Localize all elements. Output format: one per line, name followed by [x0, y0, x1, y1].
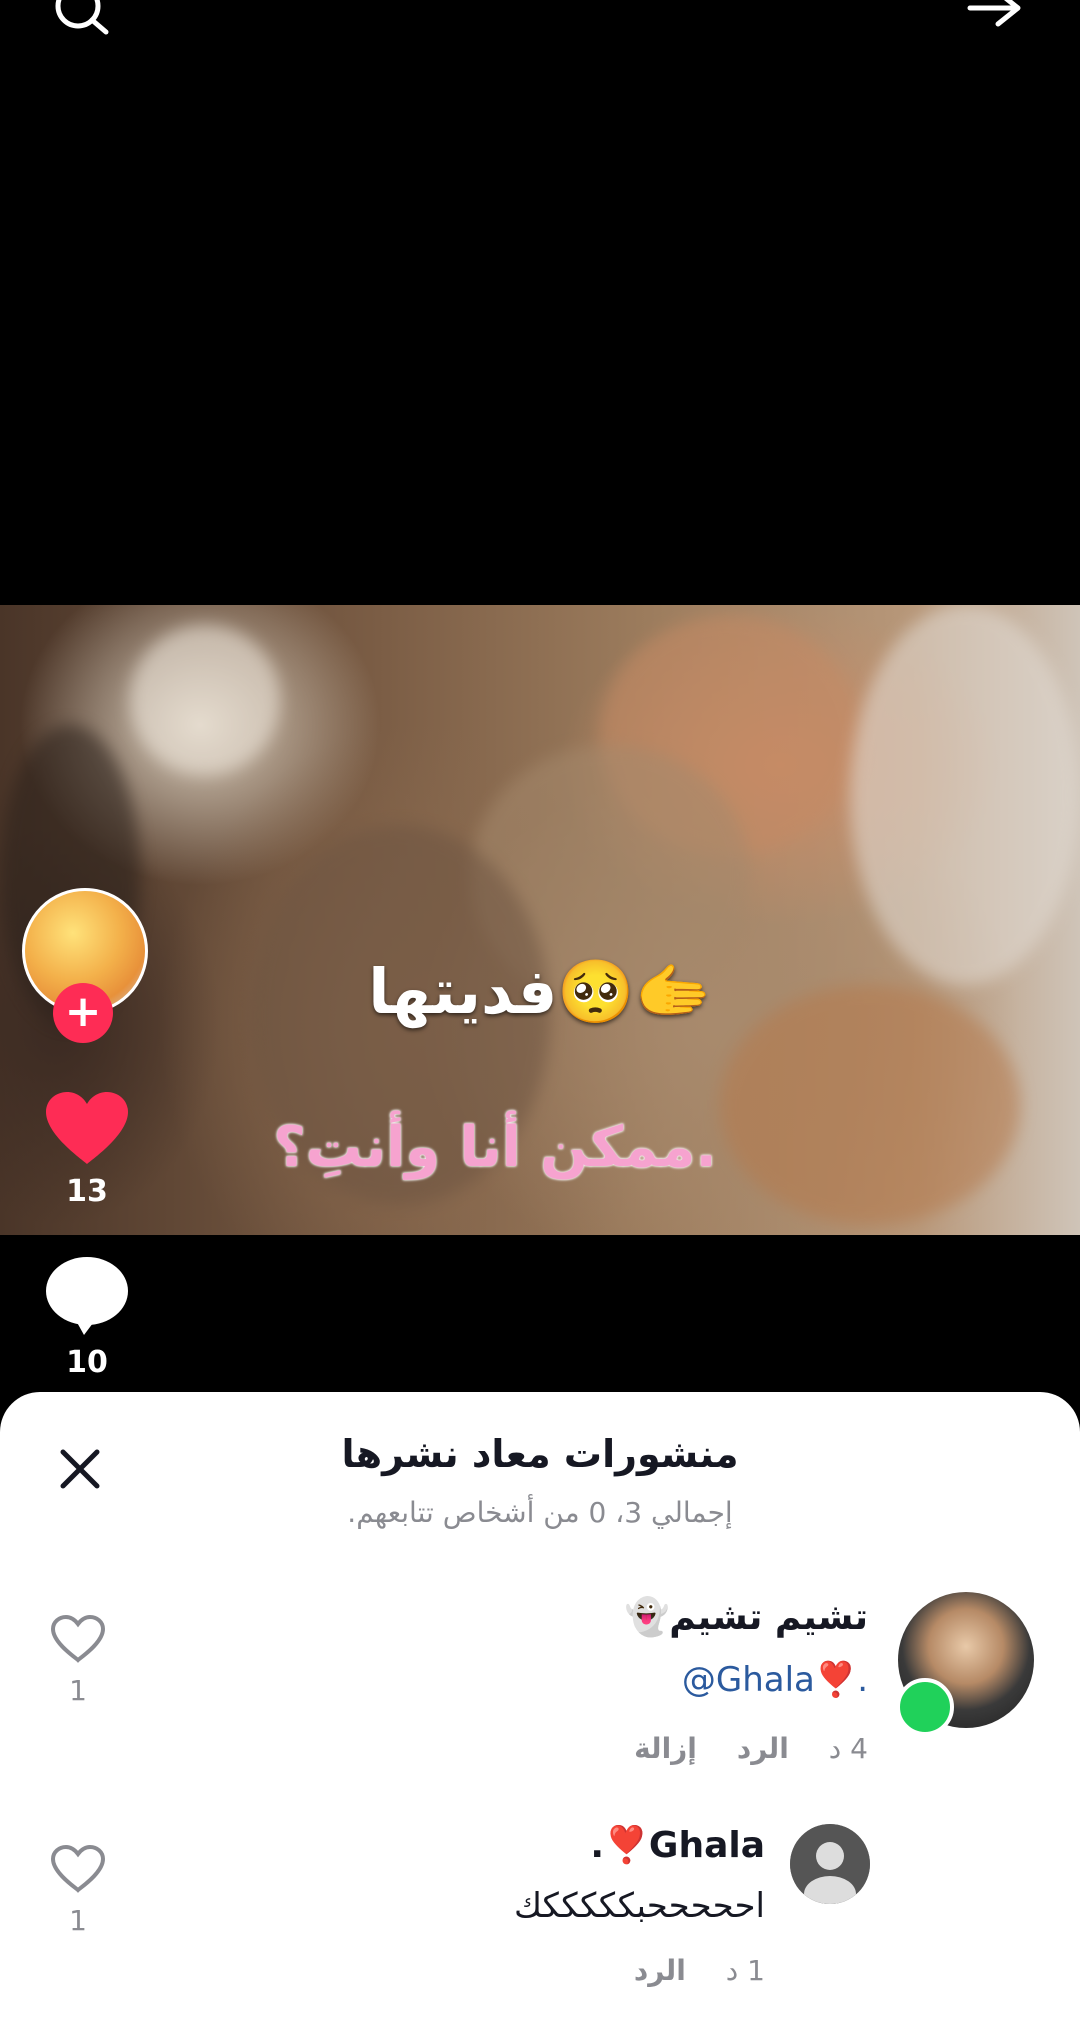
- share-arrow-icon[interactable]: [962, 0, 1032, 40]
- sheet-title: منشورات معاد نشرها: [341, 1432, 739, 1476]
- list-item: Ghala❣️. احححححبكككككك 1 د الرد 1: [0, 1824, 1080, 2024]
- comment-count: 10: [66, 1345, 108, 1380]
- top-bar: [0, 0, 1080, 60]
- remove-button[interactable]: إزالة: [634, 1732, 697, 1765]
- video-caption-line2: ممكن أنا وأنتِ؟.: [273, 1115, 717, 1180]
- default-avatar-icon: [790, 1824, 870, 1904]
- comment-time: 4 د: [828, 1732, 868, 1765]
- heart-outline-icon: [50, 1844, 106, 1893]
- search-icon[interactable]: [48, 0, 118, 40]
- heart-outline-icon: [50, 1614, 106, 1663]
- avatar[interactable]: [790, 1824, 870, 1904]
- reply-button[interactable]: الرد: [737, 1732, 789, 1765]
- comment-text-mention[interactable]: @Ghala❣️.: [682, 1660, 868, 1700]
- like-count: 13: [66, 1174, 108, 1209]
- follow-plus-button[interactable]: +: [53, 983, 113, 1043]
- comment-author[interactable]: Ghala❣️.: [590, 1824, 765, 1866]
- comment-button[interactable]: 10: [42, 1255, 132, 1380]
- sheet-subtitle: إجمالي 3، 0 من أشخاص تتابعهم.: [347, 1496, 733, 1529]
- list-item: تشيم تشيم👻 @Ghala❣️. 4 د الرد إزالة 1: [0, 1592, 1080, 1792]
- comment-text: احححححبكككككك: [513, 1886, 765, 1926]
- heart-icon: [46, 1092, 128, 1164]
- like-button[interactable]: 13: [42, 1090, 132, 1209]
- comment-like-count: 1: [69, 1674, 87, 1707]
- reposts-sheet: منشورات معاد نشرها إجمالي 3، 0 من أشخاص …: [0, 1392, 1080, 2032]
- comment-bubble-icon: [46, 1257, 128, 1335]
- comment-author[interactable]: تشيم تشيم👻: [624, 1596, 868, 1638]
- comment-like-button[interactable]: 1: [48, 1844, 108, 1937]
- online-status-dot: [896, 1678, 954, 1736]
- creator-avatar[interactable]: +: [22, 888, 148, 1043]
- comment-time: 1 د: [725, 1954, 765, 1987]
- comment-meta: 1 د الرد: [634, 1954, 765, 1987]
- comment-like-button[interactable]: 1: [48, 1614, 108, 1707]
- comment-like-count: 1: [69, 1904, 87, 1937]
- comment-meta: 4 د الرد إزالة: [634, 1732, 868, 1765]
- reply-button[interactable]: الرد: [634, 1954, 686, 1987]
- video-caption-line1: فديتها🥺🫱: [368, 955, 712, 1028]
